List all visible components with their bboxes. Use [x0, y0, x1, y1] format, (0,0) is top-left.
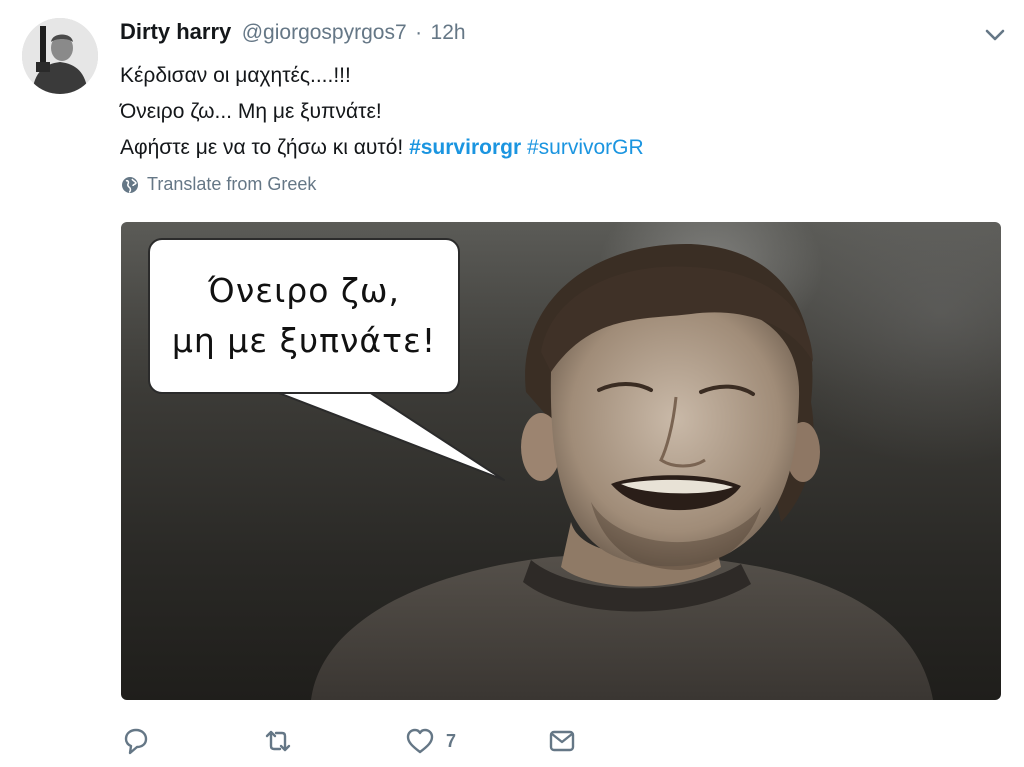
translate-label: Translate from Greek [147, 174, 317, 194]
reply-icon [124, 728, 148, 755]
author-handle[interactable]: @giorgospyrgos7 [242, 21, 407, 44]
message-icon [549, 730, 575, 752]
tweet-line-2: Όνειρο ζω... Μη με ξυπνάτε! [120, 100, 382, 123]
tweet-header: Dirty harry @giorgospyrgos7 · 12h [120, 16, 466, 48]
like-icon [406, 728, 434, 754]
globe-icon [122, 176, 138, 193]
like-count: 7 [446, 730, 457, 751]
translate-link[interactable]: Translate from Greek [121, 174, 316, 195]
chevron-down-icon [985, 29, 1005, 41]
author-avatar[interactable] [22, 18, 98, 94]
tweet-timestamp[interactable]: 12h [431, 21, 466, 44]
tweet-menu-button[interactable] [980, 24, 1010, 46]
reply-button[interactable] [120, 724, 152, 758]
avatar-image [22, 18, 98, 94]
tweet-line-3-text: Αφήστε με να το ζήσω κι αυτό! [120, 136, 404, 159]
like-button[interactable]: 7 [404, 724, 456, 758]
retweet-button[interactable] [262, 724, 294, 758]
speech-bubble-line-1: Όνειρο ζω, [208, 271, 400, 310]
tweet-line-1: Κέρδισαν οι μαχητές....!!! [120, 64, 351, 87]
tweet-line-3: Αφήστε με να το ζήσω κι αυτό! #survirorg… [120, 130, 980, 166]
hashtag-survirorgr[interactable]: #survirorgr [409, 136, 521, 159]
author-name[interactable]: Dirty harry [120, 19, 231, 44]
speech-bubble-line-2: μη με ξυπνάτε! [171, 321, 437, 360]
retweet-icon [265, 730, 291, 752]
hashtag-survivorgr[interactable]: #survivorGR [527, 136, 644, 159]
direct-message-button[interactable] [546, 724, 578, 758]
header-separator: · [415, 21, 423, 44]
tweet-media-image[interactable]: Όνειρο ζω, μη με ξυπνάτε! [121, 222, 1001, 700]
speech-bubble: Όνειρο ζω, μη με ξυπνάτε! [148, 238, 460, 394]
tweet-text: Κέρδισαν οι μαχητές....!!! Όνειρο ζω... … [120, 58, 980, 166]
